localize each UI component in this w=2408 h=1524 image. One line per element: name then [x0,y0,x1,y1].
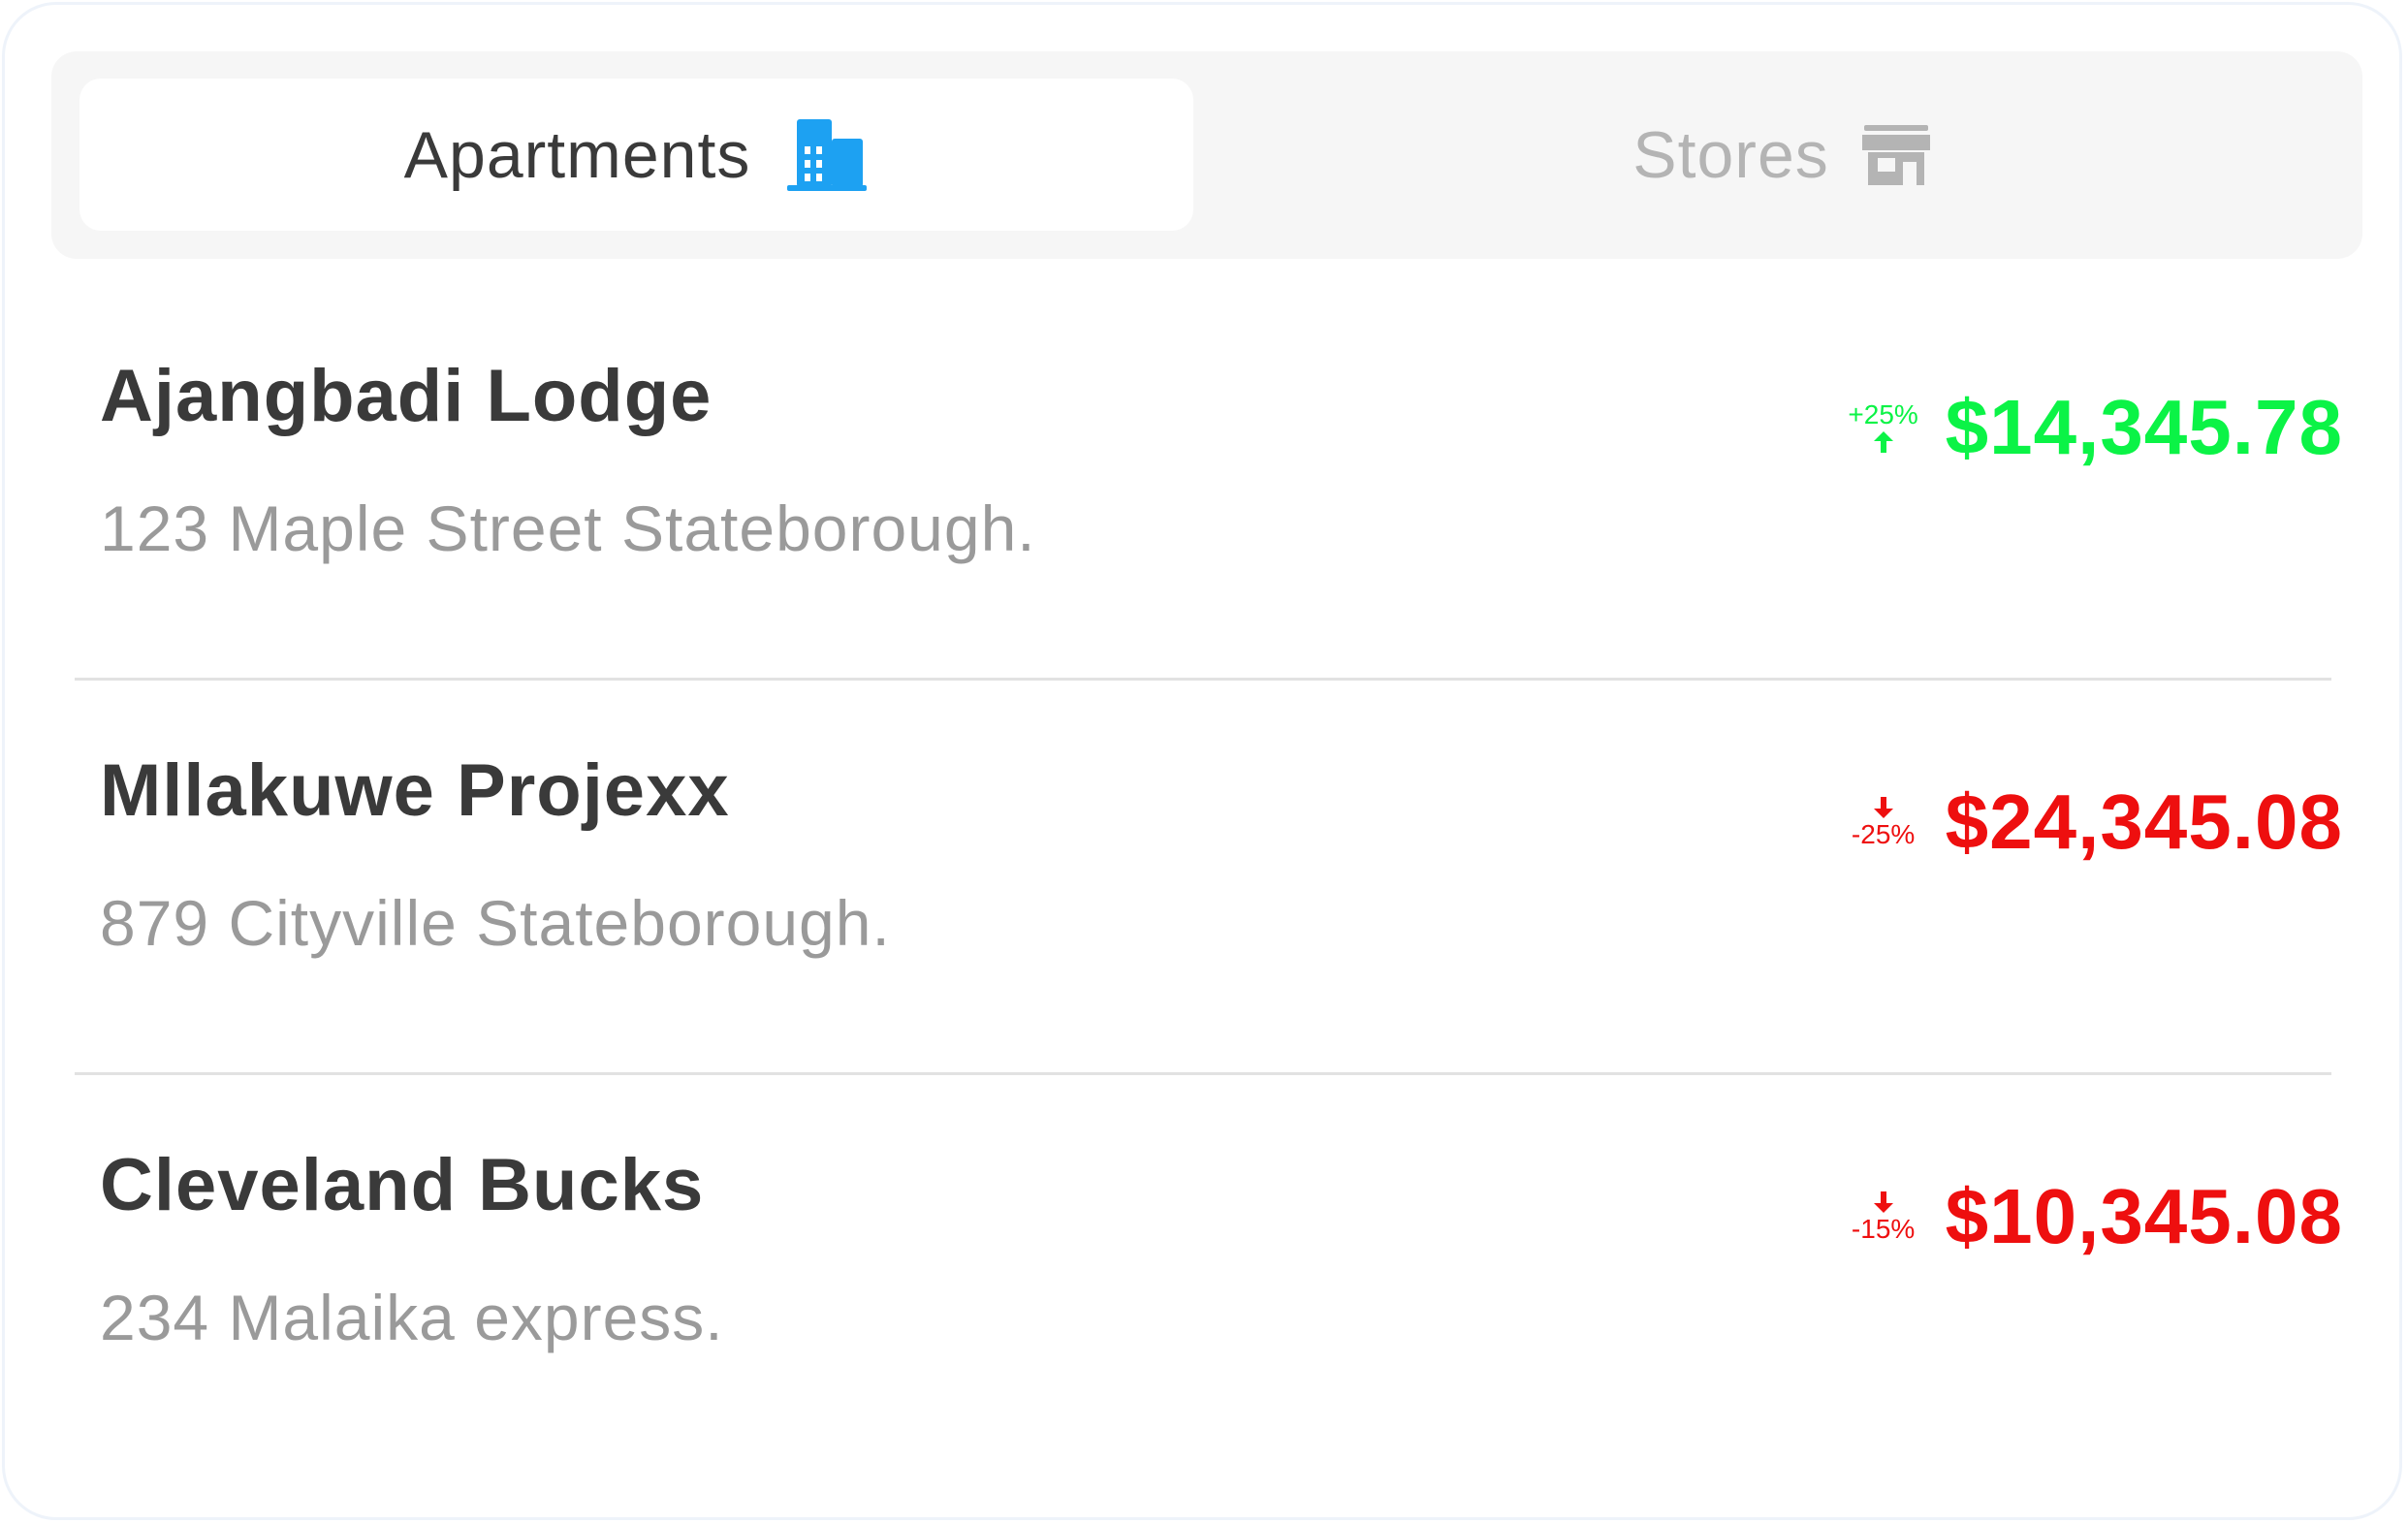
tab-bar: Apartments Stores [51,51,2362,259]
arrow-down-icon [1873,1191,1893,1213]
change-indicator: -25% [1839,795,1928,849]
properties-card: Apartments Stores Ajangbadi Lodge 123 Ma… [2,2,2402,1520]
property-amount: $14,345.78 [1945,384,2343,470]
arrow-down-icon [1873,797,1893,818]
list-item[interactable]: Mllakuwe Projexx 879 Cityville Stateboro… [5,681,2408,1075]
price-block: +25% $14,345.78 [1839,383,2343,472]
price-block: -25% $24,345.08 [1839,778,2343,867]
property-address: 879 Cityville Stateborough. [100,887,891,959]
property-name: Mllakuwe Projexx [100,749,730,832]
property-name: Cleveland Bucks [100,1144,705,1226]
list-item[interactable]: Cleveland Bucks 234 Malaika express. -15… [5,1075,2408,1470]
tab-apartments[interactable]: Apartments [79,79,1193,231]
property-name: Ajangbadi Lodge [100,355,713,437]
building-icon [783,117,869,193]
tab-apartments-label: Apartments [403,117,751,192]
change-percent: -25% [1851,819,1916,849]
change-percent: -15% [1851,1214,1916,1244]
change-indicator: -15% [1839,1190,1928,1244]
change-percent: +25% [1848,399,1918,429]
property-address: 123 Maple Street Stateborough. [100,492,1036,564]
tab-stores-label: Stores [1632,117,1829,192]
tab-stores[interactable]: Stores [1224,79,2338,231]
property-amount: $24,345.08 [1945,778,2343,865]
property-address: 234 Malaika express. [100,1282,724,1353]
store-icon [1861,123,1930,187]
change-indicator: +25% [1839,400,1928,455]
arrow-up-icon [1873,431,1893,453]
price-block: -15% $10,345.08 [1839,1172,2343,1261]
property-amount: $10,345.08 [1945,1173,2343,1259]
list-item[interactable]: Ajangbadi Lodge 123 Maple Street Statebo… [5,286,2408,681]
